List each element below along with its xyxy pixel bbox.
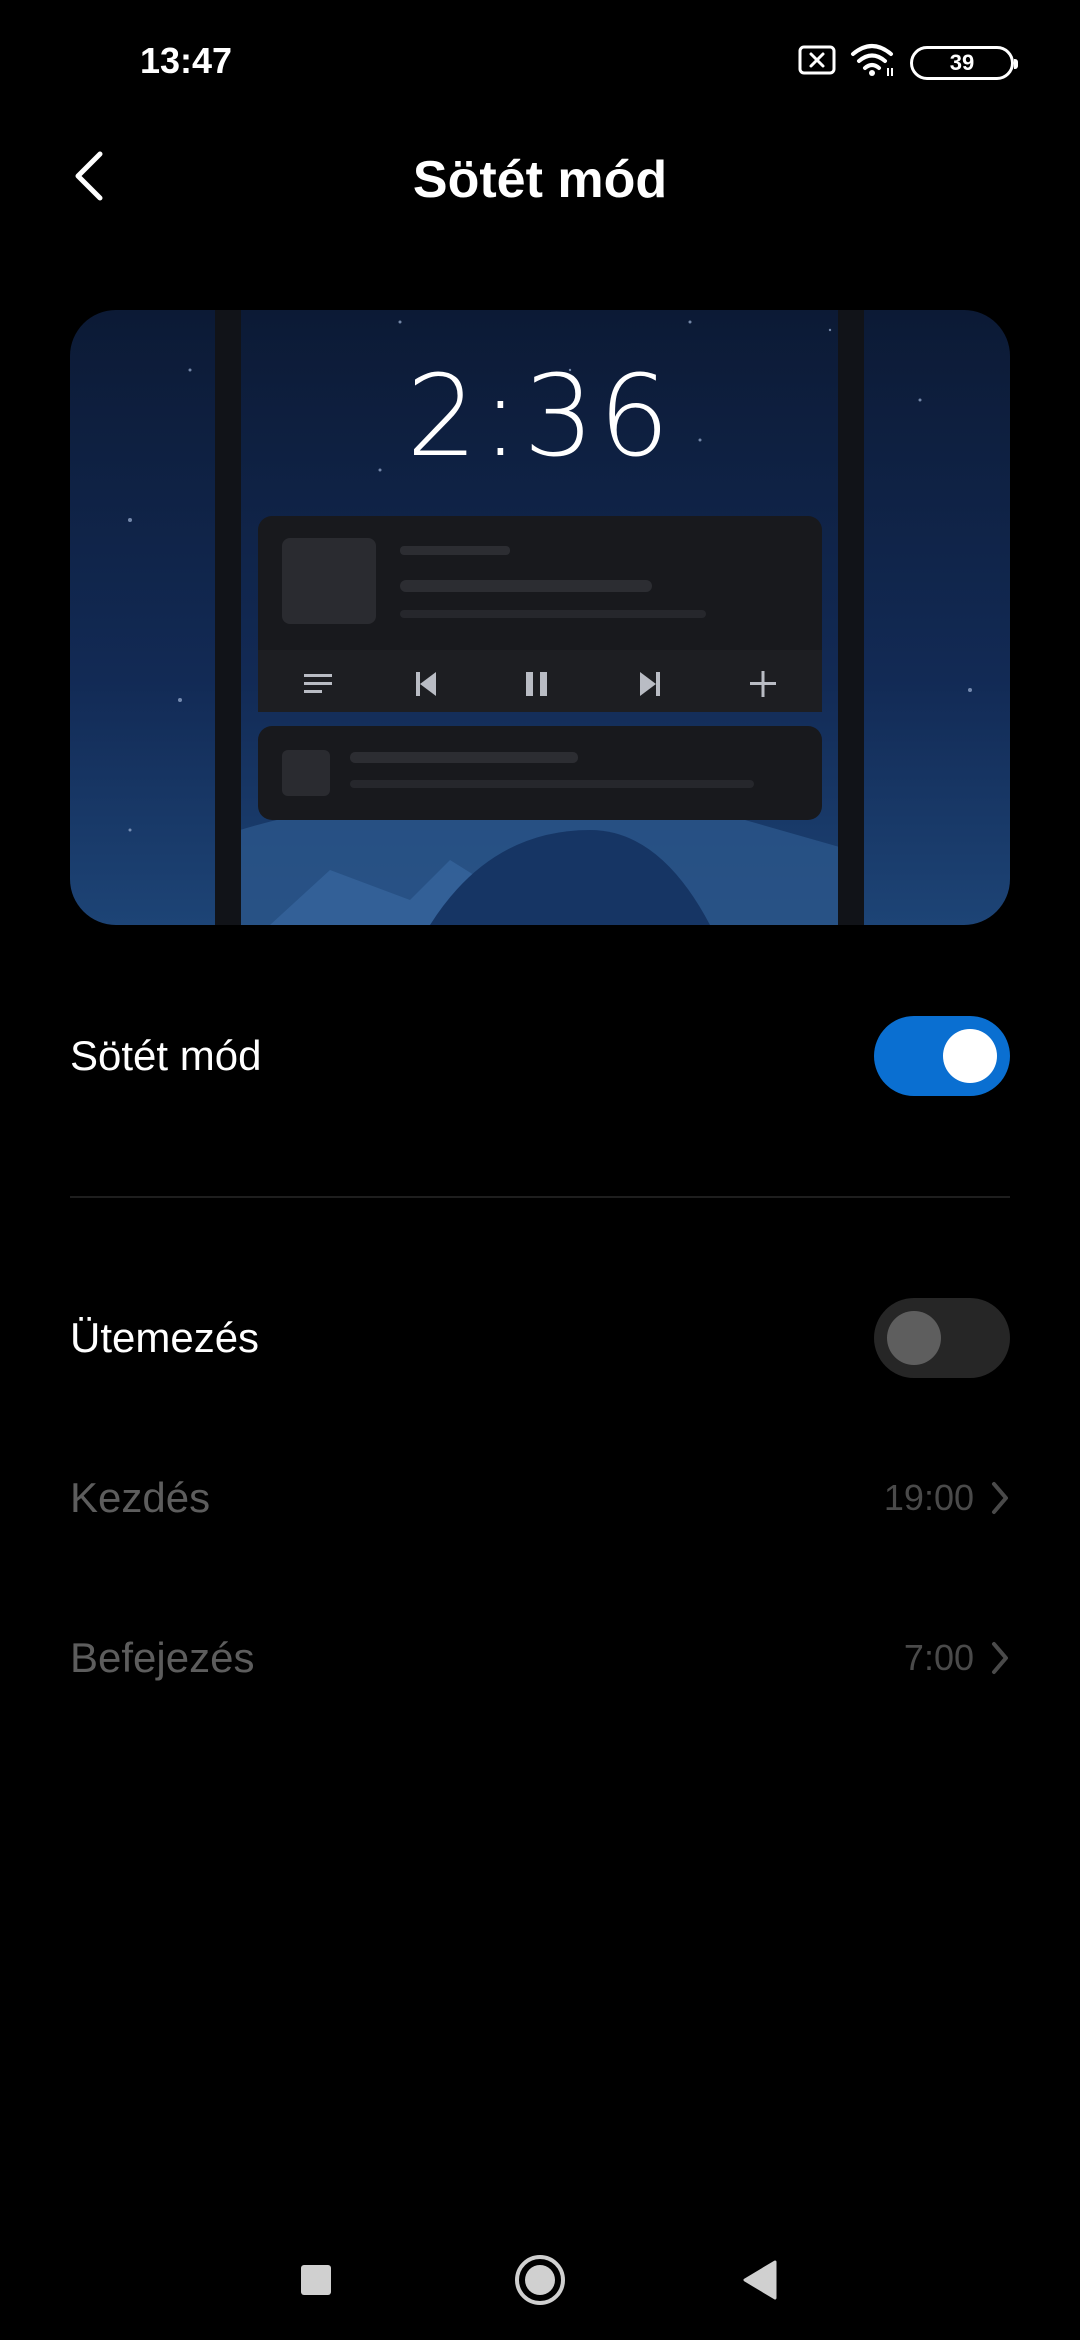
- back-triangle-icon: [743, 2260, 777, 2300]
- status-icons: 39: [798, 42, 1018, 83]
- start-time-value: 19:00: [883, 1477, 974, 1518]
- dark-mode-preview: 2:36: [70, 310, 1010, 925]
- recents-button[interactable]: [276, 2240, 356, 2320]
- battery-icon: 39: [910, 45, 1018, 80]
- end-time-row[interactable]: Befejezés 7:00: [70, 1608, 1010, 1708]
- sim-x-icon: [798, 45, 836, 80]
- dark-mode-label: Sötét mód: [70, 1032, 262, 1079]
- home-button[interactable]: [500, 2240, 580, 2320]
- preview-clock: 2:36: [406, 352, 674, 482]
- divider: [70, 1196, 1010, 1198]
- page-title: Sötét mód: [412, 151, 668, 209]
- wifi-icon: [850, 42, 896, 83]
- battery-level: 39: [949, 49, 975, 75]
- schedule-row[interactable]: Ütemezés: [70, 1288, 1010, 1388]
- recents-square-icon: [301, 2265, 331, 2295]
- end-time-value: 7:00: [903, 1637, 974, 1678]
- app-header: Sötét mód: [0, 140, 1080, 220]
- back-nav-button[interactable]: [720, 2240, 800, 2320]
- start-time-label: Kezdés: [70, 1474, 211, 1521]
- chevron-right-icon: [992, 1482, 1008, 1514]
- home-circle-icon: [515, 2255, 565, 2305]
- schedule-toggle[interactable]: [874, 1298, 1010, 1378]
- end-time-label: Befejezés: [70, 1634, 255, 1681]
- navigation-bar: [0, 2220, 1080, 2330]
- dark-mode-row[interactable]: Sötét mód: [70, 1006, 1010, 1106]
- status-bar: 13:47 39: [0, 0, 1080, 120]
- start-time-row[interactable]: Kezdés 19:00: [70, 1448, 1010, 1548]
- chevron-right-icon: [992, 1642, 1008, 1674]
- status-time: 13:47: [140, 40, 233, 81]
- schedule-label: Ütemezés: [70, 1314, 260, 1361]
- dark-mode-toggle[interactable]: [874, 1016, 1010, 1096]
